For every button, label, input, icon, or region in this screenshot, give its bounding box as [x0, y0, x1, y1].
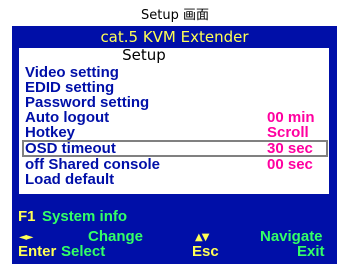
system-info-label: System info: [42, 208, 128, 225]
menu-item-auto-logout[interactable]: Auto logout 00 min: [22, 110, 328, 125]
menu-item-label: off Shared console: [25, 156, 161, 173]
up-down-arrows-icon: ▲▼: [195, 232, 209, 243]
menu-item-load-default[interactable]: Load default: [22, 172, 328, 187]
hotkey-value: Scroll: [267, 124, 309, 141]
menu-item-label: Hotkey: [25, 124, 76, 141]
left-right-arrows-icon: ◄►: [19, 232, 33, 243]
menu-item-video-setting[interactable]: Video setting: [22, 65, 328, 80]
osd-timeout-value: 30 sec: [267, 140, 313, 157]
enter-key: Enter: [18, 243, 57, 260]
osd-footer: F1 System info ◄► Change ▲▼ Navigate Ent…: [12, 196, 337, 264]
menu-item-label: Password setting: [25, 94, 150, 111]
menu-item-label: Load default: [25, 171, 115, 188]
menu-item-hotkey[interactable]: Hotkey Scroll: [22, 125, 328, 140]
osd-title: cat.5 KVM Extender: [100, 28, 249, 46]
menu-item-label: Video setting: [25, 64, 119, 81]
menu-item-label: OSD timeout: [25, 140, 116, 157]
menu-item-osd-timeout[interactable]: OSD timeout 30 sec: [22, 140, 328, 157]
osd-window: cat.5 KVM Extender Setup Video setting E…: [12, 26, 337, 264]
menu-item-label: EDID setting: [25, 79, 115, 96]
exit-label: Exit: [297, 243, 325, 260]
menu-item-off-shared-console[interactable]: off Shared console 00 sec: [22, 157, 328, 172]
figure-caption: Setup 画面: [141, 8, 209, 23]
select-label: Select: [61, 243, 106, 260]
esc-key: Esc: [192, 243, 219, 260]
menu-heading: Setup: [122, 46, 166, 64]
auto-logout-value: 00 min: [267, 109, 315, 126]
menu-item-password-setting[interactable]: Password setting: [22, 95, 328, 110]
setup-menu: Setup Video setting EDID setting Passwor…: [19, 46, 329, 194]
off-shared-console-value: 00 sec: [267, 156, 313, 173]
menu-item-label: Auto logout: [25, 109, 110, 126]
f1-key: F1: [18, 208, 36, 225]
menu-item-edid-setting[interactable]: EDID setting: [22, 80, 328, 95]
